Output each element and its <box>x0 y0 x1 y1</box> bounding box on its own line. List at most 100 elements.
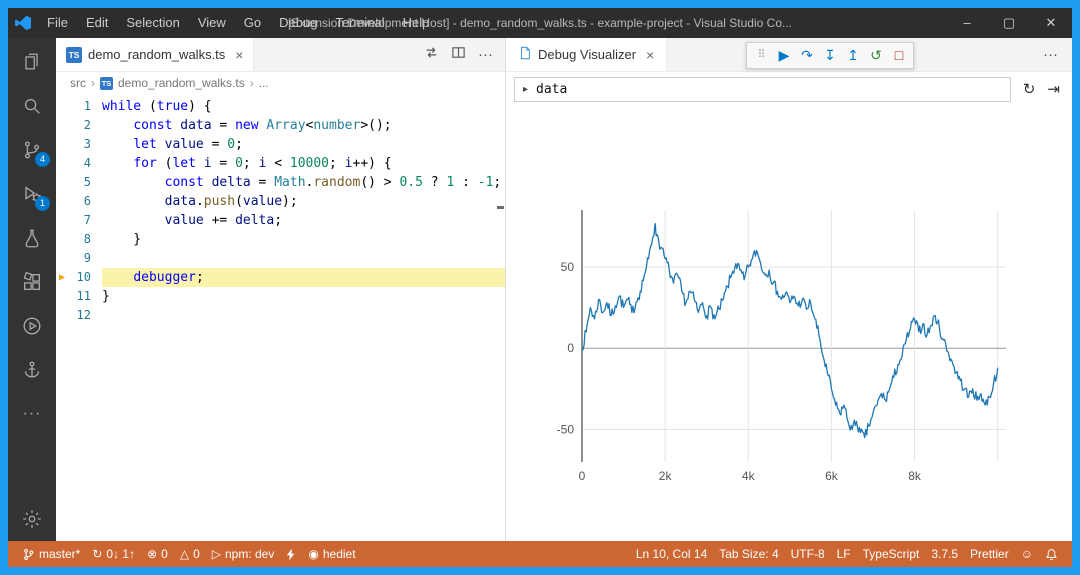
breakpoint-gutter <box>56 135 71 154</box>
breakpoint-gutter <box>56 192 71 211</box>
editor-action-compare-icon[interactable] <box>424 45 439 65</box>
menu-help[interactable]: Help <box>394 8 439 38</box>
gutter[interactable]: 8 <box>56 230 102 249</box>
minimize-button[interactable]: – <box>946 8 988 38</box>
gutter[interactable]: 5 <box>56 173 102 192</box>
gutter[interactable]: ▶ 10 <box>56 268 102 287</box>
breakpoint-gutter <box>56 249 71 268</box>
activity-run-panel[interactable] <box>8 304 56 348</box>
gutter[interactable]: 1 <box>56 97 102 116</box>
panel-tab-close-icon[interactable]: × <box>646 47 654 63</box>
status-encoding[interactable]: UTF-8 <box>785 541 831 567</box>
activity-run-debug[interactable]: 1 <box>8 172 56 216</box>
code-line-10[interactable]: ▶ 10 debugger; <box>56 268 505 287</box>
status-errors[interactable]: ⊗ 0 <box>141 541 174 567</box>
panel-more-actions[interactable]: ··· <box>1043 38 1072 71</box>
code-text: debugger; <box>102 268 505 287</box>
activity-search[interactable] <box>8 84 56 128</box>
gutter[interactable]: 6 <box>56 192 102 211</box>
stop-button-icon[interactable]: □ <box>889 43 909 68</box>
status-formatter[interactable]: Prettier <box>964 541 1015 567</box>
menu-selection[interactable]: Selection <box>117 8 188 38</box>
menu-edit[interactable]: Edit <box>77 8 117 38</box>
editor-action-split-icon[interactable] <box>451 45 466 65</box>
gutter[interactable]: 7 <box>56 211 102 230</box>
status-indentation-label: Tab Size: 4 <box>719 547 779 561</box>
activity-more[interactable]: ··· <box>8 392 56 436</box>
continue-button-icon[interactable]: ▶ <box>774 43 794 68</box>
code-line-11[interactable]: 11} <box>56 287 505 306</box>
activity-settings[interactable] <box>8 497 56 541</box>
activity-testing[interactable] <box>8 216 56 260</box>
breadcrumb-file[interactable]: demo_random_walks.ts <box>118 76 245 90</box>
tab-close-icon[interactable]: × <box>235 47 243 63</box>
status-git-branch[interactable]: master* <box>16 541 86 567</box>
gutter[interactable]: 9 <box>56 249 102 268</box>
gutter[interactable]: 2 <box>56 116 102 135</box>
menu-debug[interactable]: Debug <box>270 8 326 38</box>
menu-go[interactable]: Go <box>235 8 270 38</box>
sash-handle[interactable] <box>497 206 504 209</box>
code-line-6[interactable]: 6 data.push(value); <box>56 192 505 211</box>
breakpoint-gutter <box>56 97 71 116</box>
status-indentation[interactable]: Tab Size: 4 <box>713 541 784 567</box>
editor-action-more-icon[interactable]: ··· <box>478 46 493 63</box>
step-over-button-icon[interactable]: ↷ <box>797 43 817 68</box>
menu-terminal[interactable]: Terminal <box>326 8 393 38</box>
code-line-9[interactable]: 9 <box>56 249 505 268</box>
close-button[interactable]: ✕ <box>1030 8 1072 38</box>
code-line-1[interactable]: 1 while (true) { <box>56 97 505 116</box>
code-editor[interactable]: 1 while (true) {2 const data = new Array<… <box>56 94 505 541</box>
tab-demo-random-walks[interactable]: TS demo_random_walks.ts × <box>56 38 255 71</box>
activity-source-control[interactable]: 4 <box>8 128 56 172</box>
refresh-icon[interactable]: ↻ <box>1023 80 1036 98</box>
breadcrumb-symbol[interactable]: ... <box>259 76 269 90</box>
code-line-7[interactable]: 7 value += delta; <box>56 211 505 230</box>
tab-debug-visualizer[interactable]: Debug Visualizer × <box>506 38 668 71</box>
status-right: Ln 10, Col 14 Tab Size: 4 UTF-8 LF TypeScrip… <box>630 541 1064 567</box>
code-line-5[interactable]: 5 const delta = Math.random() > 0.5 ? 1 … <box>56 173 505 192</box>
gutter[interactable]: 12 <box>56 306 102 325</box>
restart-button-icon[interactable]: ↺ <box>866 43 886 68</box>
status-eol[interactable]: LF <box>831 541 857 567</box>
feedback-icon: ☺ <box>1020 547 1033 561</box>
activity-items: 4 1 ··· <box>8 40 56 436</box>
status-git-sync[interactable]: ↻ 0↓ 1↑ <box>86 541 141 567</box>
step-out-button-icon[interactable]: ↥ <box>843 43 863 68</box>
gutter[interactable]: 3 <box>56 135 102 154</box>
account-icon: ◉ <box>308 547 319 561</box>
breadcrumb-folder[interactable]: src <box>70 76 86 90</box>
gutter[interactable]: 11 <box>56 287 102 306</box>
code-text: const delta = Math.random() > 0.5 ? 1 : … <box>164 175 502 190</box>
status-feedback[interactable]: ☺ <box>1015 541 1039 567</box>
status-notifications[interactable] <box>1039 541 1064 567</box>
status-language[interactable]: TypeScript <box>857 541 926 567</box>
status-warnings[interactable]: △ 0 <box>174 541 206 567</box>
menu-file[interactable]: File <box>38 8 77 38</box>
code-line-3[interactable]: 3 let value = 0; <box>56 135 505 154</box>
step-into-button-icon[interactable]: ↧ <box>820 43 840 68</box>
status-ts-version[interactable]: 3.7.5 <box>925 541 964 567</box>
activity-debug-visualizer[interactable] <box>8 348 56 392</box>
code-line-8[interactable]: 8 } <box>56 230 505 249</box>
expression-input[interactable]: ▸ data <box>514 76 1011 102</box>
activity-extensions[interactable] <box>8 260 56 304</box>
expression-value[interactable]: data <box>536 82 567 97</box>
breakpoint-gutter <box>56 287 71 306</box>
activity-explorer[interactable] <box>8 40 56 84</box>
x-tick-label: 6k <box>825 469 839 483</box>
status-account[interactable]: ◉ hediet <box>302 541 361 567</box>
status-auto-attach[interactable] <box>280 541 302 567</box>
menu-view[interactable]: View <box>189 8 235 38</box>
code-line-12[interactable]: 12 <box>56 306 505 325</box>
gutter[interactable]: 4 <box>56 154 102 173</box>
status-bar: master* ↻ 0↓ 1↑ ⊗ 0 △ 0 ▷ npm: dev ◉ hediet Ln 10,… <box>8 541 1072 567</box>
debug-toolbar: ⠿ ▶ ↷ ↧ ↥ ↺ □ <box>746 42 914 69</box>
status-npm-task[interactable]: ▷ npm: dev <box>206 541 281 567</box>
code-line-4[interactable]: 4 for (let i = 0; i < 10000; i++) { <box>56 154 505 173</box>
expander-icon[interactable]: ▸ <box>523 84 528 95</box>
status-cursor-position[interactable]: Ln 10, Col 14 <box>630 541 713 567</box>
code-line-2[interactable]: 2 const data = new Array<number>(); <box>56 116 505 135</box>
open-in-editor-icon[interactable]: ⇥ <box>1047 80 1060 98</box>
maximize-button[interactable]: ▢ <box>988 8 1030 38</box>
